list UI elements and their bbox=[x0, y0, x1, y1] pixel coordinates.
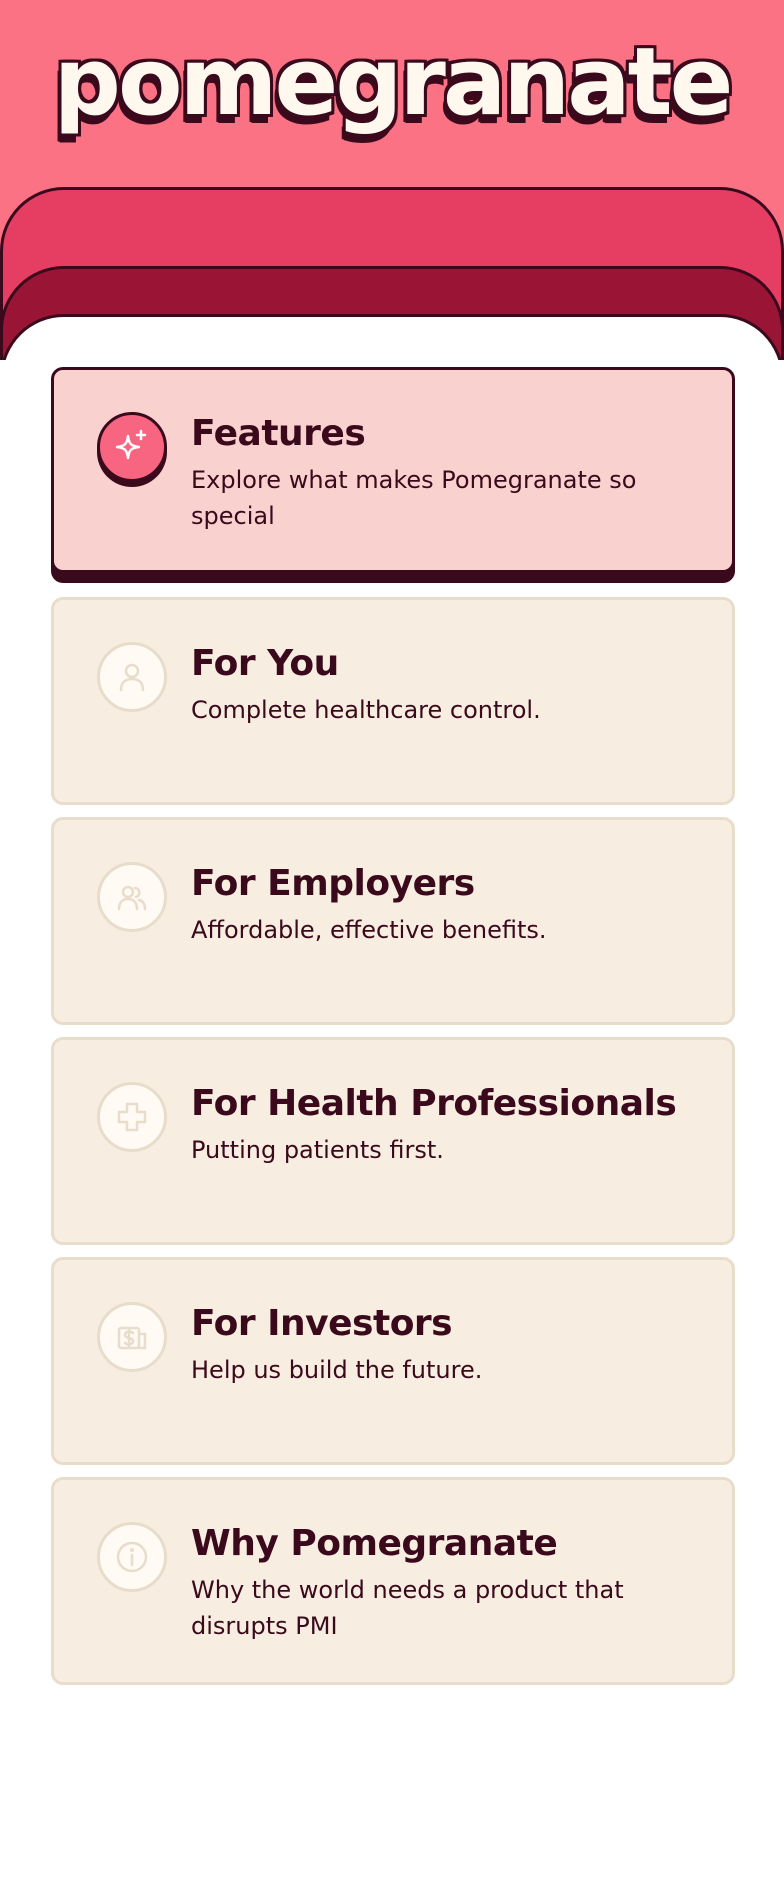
menu-item-description: Complete healthcare control. bbox=[191, 696, 541, 724]
person-icon bbox=[97, 642, 167, 712]
menu-item-for-investors[interactable]: For Investors Help us build the future. bbox=[51, 1257, 735, 1465]
menu-item-title: Why Pomegranate bbox=[191, 1523, 558, 1564]
menu-item-title: For Health Professionals bbox=[191, 1083, 677, 1124]
menu-item-for-you[interactable]: For You Complete healthcare control. bbox=[51, 597, 735, 805]
menu-item-features[interactable]: Features Explore what makes Pomegranate … bbox=[51, 367, 735, 573]
menu-item-title: For You bbox=[191, 643, 339, 684]
nav-menu: Features Explore what makes Pomegranate … bbox=[51, 367, 735, 1697]
medical-cross-icon bbox=[97, 1082, 167, 1152]
menu-item-title: Features bbox=[191, 413, 366, 454]
menu-item-title: For Employers bbox=[191, 863, 475, 904]
menu-item-title: For Investors bbox=[191, 1303, 453, 1344]
menu-item-description: Putting patients first. bbox=[191, 1136, 444, 1164]
menu-item-for-health-professionals[interactable]: For Health Professionals Putting patient… bbox=[51, 1037, 735, 1245]
sparkle-icon bbox=[97, 412, 167, 482]
people-icon bbox=[97, 862, 167, 932]
money-icon bbox=[97, 1302, 167, 1372]
menu-item-description: Affordable, effective benefits. bbox=[191, 916, 547, 944]
menu-item-why-pomegranate[interactable]: Why Pomegranate Why the world needs a pr… bbox=[51, 1477, 735, 1685]
decorative-band-white bbox=[0, 314, 784, 360]
menu-item-description: Why the world needs a product that disru… bbox=[191, 1576, 624, 1640]
menu-item-description: Explore what makes Pomegranate so specia… bbox=[191, 466, 637, 530]
info-icon bbox=[97, 1522, 167, 1592]
header: pomegranate bbox=[0, 0, 784, 360]
menu-item-for-employers[interactable]: For Employers Affordable, effective bene… bbox=[51, 817, 735, 1025]
logo[interactable]: pomegranate bbox=[0, 36, 784, 130]
menu-item-description: Help us build the future. bbox=[191, 1356, 483, 1384]
